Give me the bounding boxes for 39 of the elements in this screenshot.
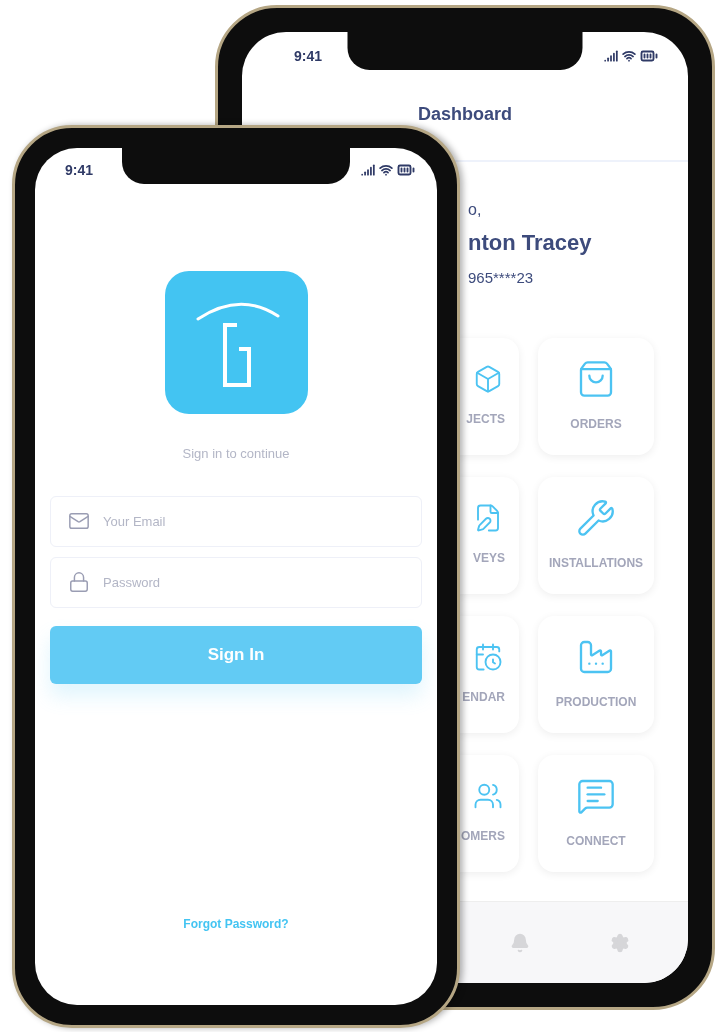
sign-in-button[interactable]: Sign In bbox=[50, 625, 422, 684]
user-name: nton Tracey bbox=[468, 229, 593, 257]
tile-label: VEYS bbox=[473, 550, 505, 567]
wifi-icon bbox=[379, 163, 393, 177]
status-time: 9:41 bbox=[294, 46, 323, 66]
menu-tile[interactable]: PRODUCTION bbox=[538, 615, 654, 733]
tile-label: INSTALLATIONS bbox=[548, 555, 644, 572]
calendar-clock-icon bbox=[473, 642, 503, 672]
menu-tile[interactable]: INSTALLATIONS bbox=[538, 476, 654, 594]
signal-icon bbox=[604, 49, 618, 63]
status-time: 9:41 bbox=[65, 160, 94, 180]
subtitle-text: Sign in to continue bbox=[182, 445, 290, 463]
people-icon bbox=[473, 781, 503, 811]
tile-label: JECTS bbox=[466, 411, 505, 428]
menu-tile[interactable]: ENDAR bbox=[458, 615, 519, 733]
logo-icon bbox=[164, 271, 308, 414]
greeting-text: o, bbox=[468, 200, 483, 220]
password-field[interactable]: Password bbox=[50, 556, 422, 608]
signal-icon bbox=[361, 163, 375, 177]
tile-label: OMERS bbox=[461, 828, 505, 845]
box-icon bbox=[473, 364, 503, 394]
phone-number: 965****23 bbox=[468, 268, 535, 288]
menu-tile[interactable]: CONNECT bbox=[538, 754, 654, 872]
menu-tile[interactable]: ORDERS bbox=[538, 337, 654, 455]
wrench-icon bbox=[576, 498, 616, 538]
forgot-password-link[interactable]: Forgot Password? bbox=[183, 915, 289, 933]
tile-label: ORDERS bbox=[570, 416, 622, 433]
menu-tile[interactable]: JECTS bbox=[458, 337, 519, 455]
tile-label: CONNECT bbox=[566, 833, 626, 850]
padlock-icon bbox=[68, 570, 90, 593]
menu-tile[interactable]: OMERS bbox=[458, 754, 519, 872]
wifi-icon bbox=[622, 49, 636, 63]
tile-label: ENDAR bbox=[462, 689, 505, 706]
menu-tile[interactable]: VEYS bbox=[458, 476, 519, 594]
page-title: Dashboard bbox=[418, 102, 512, 126]
bell-icon[interactable] bbox=[510, 932, 530, 953]
settings-icon[interactable] bbox=[610, 932, 630, 953]
tile-label: PRODUCTION bbox=[555, 694, 637, 711]
email-field[interactable]: Your Email bbox=[50, 495, 422, 547]
